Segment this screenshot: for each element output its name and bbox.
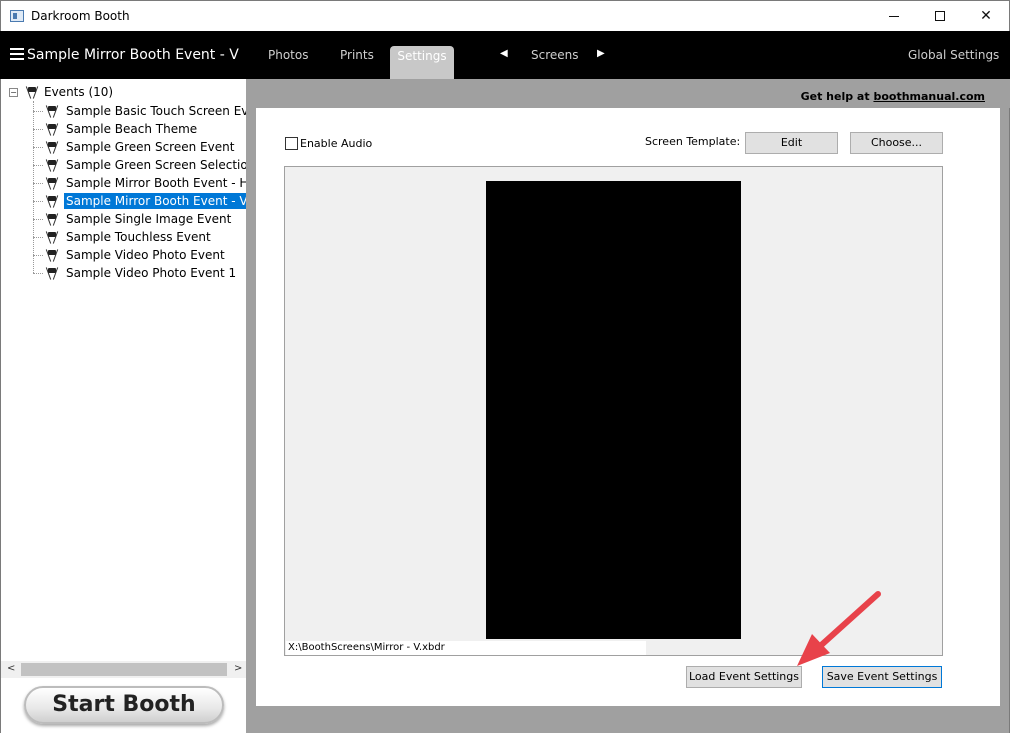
annotation-arrow-icon [797,591,881,666]
